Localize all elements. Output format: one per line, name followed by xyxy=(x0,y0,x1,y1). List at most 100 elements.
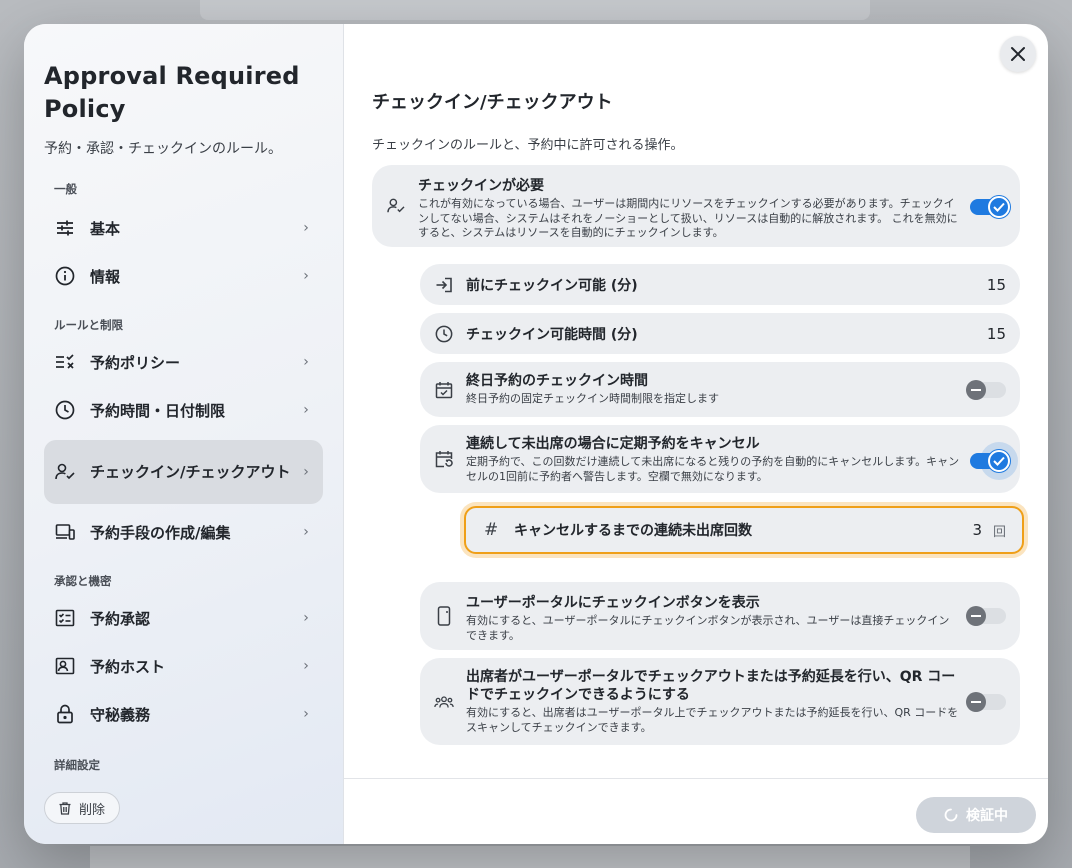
attendee-actions-toggle[interactable] xyxy=(966,692,1006,712)
group-icon xyxy=(434,692,454,712)
hash-icon: # xyxy=(484,520,499,540)
sidebar-item-time-limits[interactable]: 予約時間・日付制限 › xyxy=(44,386,323,434)
sliders-icon xyxy=(54,217,76,239)
allday-checkin-card: 終日予約のチェックイン時間 終日予約の固定チェックイン時間制限を指定します xyxy=(420,362,1020,417)
minus-icon xyxy=(966,692,986,712)
spinner-icon xyxy=(944,808,958,822)
checkin-window-value: 15 xyxy=(986,324,1006,343)
require-checkin-toggle[interactable] xyxy=(970,196,1010,218)
portal-checkin-toggle[interactable] xyxy=(966,606,1006,626)
section-general: 一般 xyxy=(54,182,77,196)
attendee-actions-desc: 有効にすると、出席者はユーザーポータル上でチェックアウトまたは予約延長を行い、Q… xyxy=(466,706,959,734)
sidebar-item-booking-means[interactable]: 予約手段の作成/編集 › xyxy=(44,508,323,556)
consecutive-noshow-unit: 回 xyxy=(992,524,1006,540)
delete-button[interactable]: 削除 xyxy=(44,792,121,824)
section-rules: ルールと制限 xyxy=(54,318,123,332)
devices-icon xyxy=(54,521,76,543)
consecutive-noshow-value[interactable]: 3 xyxy=(972,521,982,539)
chevron-right-icon: › xyxy=(303,220,309,236)
require-checkin-title: チェックインが必要 xyxy=(418,178,544,194)
user-check-icon xyxy=(54,461,76,483)
sidebar-item-booking-approval[interactable]: 予約承認 › xyxy=(44,594,323,642)
sidebar-item-label: 予約手段の作成/編集 xyxy=(90,523,231,542)
page-title: チェックイン/チェックアウト xyxy=(372,92,613,113)
require-checkin-card: チェックインが必要 これが有効になっている場合、ユーザーは期間内にリソースをチェ… xyxy=(372,165,1020,247)
main-panel: チェックイン/チェックアウト チェックインのルールと、予約中に許可される操作。 … xyxy=(344,24,1048,844)
verify-button[interactable]: 検証中 xyxy=(916,797,1036,833)
clock-icon xyxy=(54,399,76,421)
cancel-recurring-desc: 定期予約で、この回数だけ連続して未出席になると残りの予約を自動的にキャンセルしま… xyxy=(466,455,960,483)
cancel-recurring-card: 連続して未出席の場合に定期予約をキャンセル 定期予約で、この回数だけ連続して未出… xyxy=(420,425,1020,493)
attendee-actions-title: 出席者がユーザーポータルでチェックアウトまたは予約延長を行い、QR コードでチェ… xyxy=(466,669,956,703)
modal-footer: 検証中 xyxy=(344,778,1048,844)
approval-list-icon xyxy=(54,607,76,629)
require-checkin-desc: これが有効になっている場合、ユーザーは期間内にリソースをチェックインする必要があ… xyxy=(418,197,958,239)
policy-subtitle: 予約・承認・チェックインのルール。 xyxy=(44,141,282,157)
chevron-right-icon: › xyxy=(303,706,309,722)
sidebar-item-info[interactable]: 情報 › xyxy=(44,252,323,300)
sidebar-item-label: 予約時間・日付制限 xyxy=(90,401,226,420)
sidebar-item-basic[interactable]: 基本 › xyxy=(44,204,323,252)
checkin-before-value: 15 xyxy=(986,275,1006,294)
chevron-right-icon: › xyxy=(303,610,309,626)
checkin-before-label: 前にチェックイン可能 (分) xyxy=(466,277,638,294)
sidebar-item-booking-host[interactable]: 予約ホスト › xyxy=(44,642,323,690)
sidebar-item-label: 情報 xyxy=(90,267,121,286)
clock-icon xyxy=(434,324,454,344)
consecutive-noshow-field[interactable]: # キャンセルするまでの連続未出席回数 3 回 xyxy=(464,506,1024,554)
attendee-actions-card: 出席者がユーザーポータルでチェックアウトまたは予約延長を行い、QR コードでチェ… xyxy=(420,658,1020,745)
allday-checkin-title: 終日予約のチェックイン時間 xyxy=(466,373,648,389)
close-button[interactable] xyxy=(1000,36,1036,72)
sidebar-item-label: 守秘義務 xyxy=(90,705,151,724)
chevron-right-icon: › xyxy=(303,268,309,284)
sidebar-item-label: 予約承認 xyxy=(90,609,151,628)
content-area: チェックイン/チェックアウト チェックインのルールと、予約中に許可される操作。 xyxy=(372,88,1020,153)
host-badge-icon xyxy=(54,655,76,677)
backdrop-bar xyxy=(200,0,870,20)
allday-checkin-toggle[interactable] xyxy=(966,380,1006,400)
policy-title: Approval Required Policy xyxy=(44,62,300,123)
lock-icon xyxy=(54,703,76,725)
check-icon xyxy=(988,450,1010,472)
section-advanced: 詳細設定 xyxy=(54,758,100,772)
portal-checkin-desc: 有効にすると、ユーザーポータルにチェックインボタンが表示され、ユーザーは直接チェ… xyxy=(466,614,950,642)
page-subtitle: チェックインのルールと、予約中に許可される操作。 xyxy=(372,138,684,153)
login-arrow-icon xyxy=(434,275,454,295)
chevron-right-icon: › xyxy=(303,354,309,370)
checkin-before-card[interactable]: 前にチェックイン可能 (分) 15 xyxy=(420,264,1020,305)
sidebar: Approval Required Policy 予約・承認・チェックインのルー… xyxy=(24,24,344,844)
section-approval: 承認と機密 xyxy=(54,574,112,588)
allday-checkin-desc: 終日予約の固定チェックイン時間制限を指定します xyxy=(466,392,719,405)
list-check-icon xyxy=(54,351,76,373)
sidebar-item-booking-policy[interactable]: 予約ポリシー › xyxy=(44,338,323,386)
verify-label: 検証中 xyxy=(966,808,1008,824)
close-icon xyxy=(1010,46,1026,62)
backdrop-bar-bottom xyxy=(90,846,970,868)
sidebar-item-label: 基本 xyxy=(90,219,121,238)
portal-checkin-title: ユーザーポータルにチェックインボタンを表示 xyxy=(466,595,760,611)
chevron-right-icon: › xyxy=(303,464,309,480)
delete-label: 削除 xyxy=(79,802,106,818)
sidebar-item-label: チェックイン/チェックアウト xyxy=(90,463,291,481)
sidebar-item-label: 予約ホスト xyxy=(90,657,166,676)
phone-icon xyxy=(434,606,454,626)
trash-icon xyxy=(59,801,71,815)
info-icon xyxy=(54,265,76,287)
chevron-right-icon: › xyxy=(303,402,309,418)
sidebar-item-label: 予約ポリシー xyxy=(90,353,181,372)
calendar-repeat-icon xyxy=(434,449,454,469)
cancel-recurring-title: 連続して未出席の場合に定期予約をキャンセル xyxy=(466,436,760,452)
sidebar-item-checkin[interactable]: チェックイン/チェックアウト › xyxy=(44,440,323,504)
minus-icon xyxy=(966,380,986,400)
user-check-icon xyxy=(386,196,406,216)
checkin-window-label: チェックイン可能時間 (分) xyxy=(466,326,638,343)
cancel-recurring-toggle[interactable] xyxy=(970,442,1018,480)
checkin-window-card[interactable]: チェックイン可能時間 (分) 15 xyxy=(420,313,1020,354)
consecutive-noshow-label: キャンセルするまでの連続未出席回数 xyxy=(514,523,752,539)
calendar-check-icon xyxy=(434,380,454,400)
minus-icon xyxy=(966,606,986,626)
check-icon xyxy=(988,196,1010,218)
sidebar-item-confidentiality[interactable]: 守秘義務 › xyxy=(44,690,323,738)
chevron-right-icon: › xyxy=(303,524,309,540)
chevron-right-icon: › xyxy=(303,658,309,674)
